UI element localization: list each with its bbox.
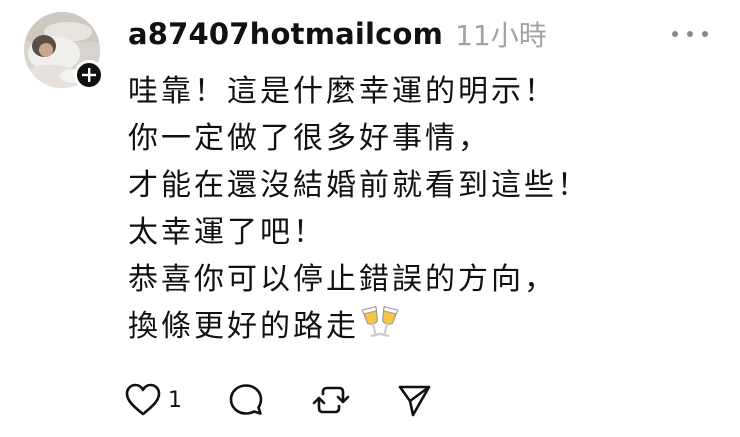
more-options-button[interactable]: [672, 22, 708, 46]
post-line-last: 換條更好的路走: [128, 303, 720, 356]
timestamp: 11小時: [455, 19, 547, 52]
comment-button[interactable]: [228, 382, 264, 418]
comment-icon: [229, 384, 263, 415]
avatar-container[interactable]: [24, 12, 104, 90]
post-line: 才能在還沒結婚前就看到這些！: [128, 168, 590, 203]
post-body: 哇靠！這是什麼幸運的明示！ 你一定做了很多好事情， 才能在還沒結婚前就看到這些！…: [128, 68, 720, 356]
more-icon: [672, 31, 678, 37]
clinking-glasses-icon: [361, 304, 399, 356]
post-header: a87407hotmailcom 11小時: [128, 14, 716, 54]
repost-icon: [312, 386, 350, 414]
post-line: 換條更好的路走: [128, 309, 359, 344]
post-line: 哇靠！這是什麼幸運的明示！: [128, 74, 557, 109]
repost-button[interactable]: [312, 381, 350, 419]
share-button[interactable]: [396, 382, 432, 418]
like-count: 1: [168, 387, 182, 413]
post-line: 恭喜你可以停止錯誤的方向，: [128, 262, 557, 297]
more-icon-dot: [687, 31, 693, 37]
post-line: 太幸運了吧！: [128, 215, 326, 250]
username[interactable]: a87407hotmailcom: [128, 17, 443, 51]
post-line: 你一定做了很多好事情，: [128, 121, 491, 156]
action-bar: 1: [124, 380, 432, 420]
like-button[interactable]: 1: [124, 382, 182, 418]
follow-button[interactable]: [74, 60, 104, 90]
heart-icon: [125, 383, 161, 416]
more-icon-dot: [702, 31, 708, 37]
share-icon: [398, 385, 431, 417]
plus-icon: [82, 68, 96, 82]
